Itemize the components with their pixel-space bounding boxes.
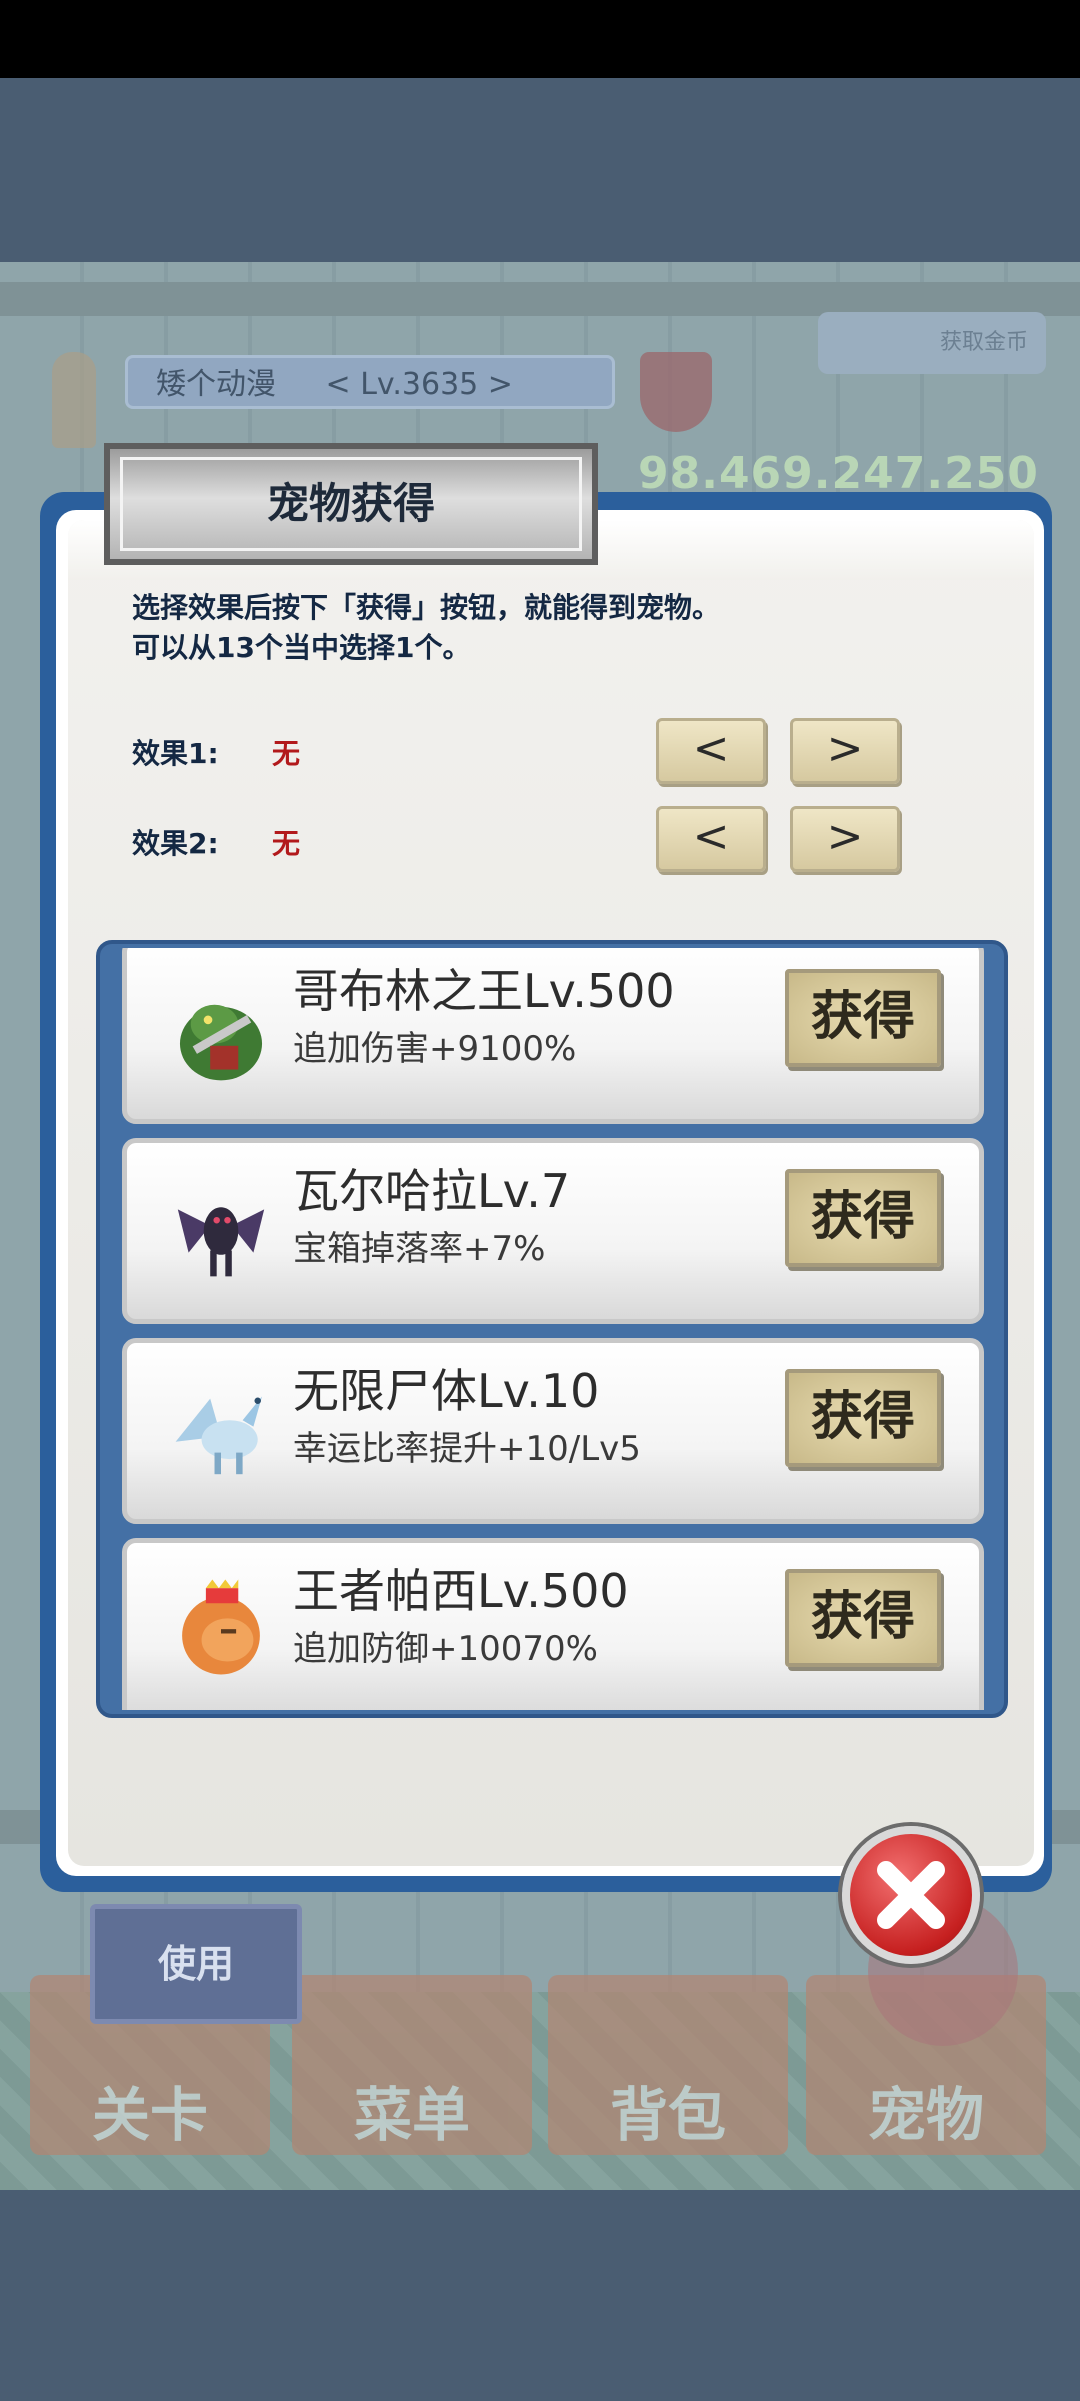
ice-dragon-icon xyxy=(175,1396,263,1475)
pet-effect: 宝箱掉落率+7% xyxy=(293,1229,546,1269)
use-button: 使用 xyxy=(90,1904,302,2024)
intro-line-1: 选择效果后按下「获得」按钮，就能得到宠物。 xyxy=(132,591,721,624)
effect-2-value: 无 xyxy=(272,827,301,860)
effect-2-prev-button[interactable]: < xyxy=(656,806,766,872)
dialog-title: 宠物获得 xyxy=(266,479,435,528)
list-item: 无限尸体Lv.10 幸运比率提升+10/Lv5 获得 xyxy=(122,1338,984,1524)
goblin-king-icon xyxy=(179,1004,263,1081)
dialog-intro: 选择效果后按下「获得」按钮，就能得到宠物。 可以从13个当中选择1个。 xyxy=(132,588,720,668)
player-name: 矮个动漫 xyxy=(156,367,276,402)
list-item: 王者帕西Lv.500 追加防御+10070% 获得 xyxy=(122,1538,984,1710)
effect-1-value: 无 xyxy=(272,737,301,770)
pet-name: 无限尸体Lv.10 xyxy=(293,1364,600,1418)
player-level: < Lv.3635 > xyxy=(325,367,513,402)
pet-effect: 幸运比率提升+10/Lv5 xyxy=(293,1429,641,1469)
close-icon xyxy=(877,1861,945,1929)
effect-1-prev-button[interactable]: < xyxy=(656,718,766,784)
get-coins-button: 获取金币 xyxy=(818,312,1046,374)
tab-menu: 菜单 xyxy=(292,1975,532,2155)
tab-backpack: 背包 xyxy=(548,1975,788,2155)
pet-name: 瓦尔哈拉Lv.7 xyxy=(293,1164,571,1218)
king-lion-icon xyxy=(182,1579,260,1675)
pet-name: 王者帕西Lv.500 xyxy=(293,1564,629,1618)
get-pet-button[interactable]: 获得 xyxy=(785,1369,941,1467)
effect-1-label: 效果1: xyxy=(132,737,219,770)
pet-list-viewport: 哥布林之王Lv.500 追加伤害+9100% 获得 瓦尔哈拉Lv.7 宝箱掉落率… xyxy=(114,948,990,1710)
get-pet-button[interactable]: 获得 xyxy=(785,1569,941,1667)
shield-icon xyxy=(640,352,712,432)
list-item: 瓦尔哈拉Lv.7 宝箱掉落率+7% 获得 xyxy=(122,1138,984,1324)
get-pet-button[interactable]: 获得 xyxy=(785,1169,941,1267)
close-button[interactable] xyxy=(842,1826,980,1964)
valhalla-demon-icon xyxy=(177,1207,265,1277)
effect-2-next-button[interactable]: > xyxy=(790,806,900,872)
list-item: 哥布林之王Lv.500 追加伤害+9100% 获得 xyxy=(122,948,984,1124)
navigation-bar xyxy=(0,2190,1080,2401)
effect-1-next-button[interactable]: > xyxy=(790,718,900,784)
player-avatar xyxy=(52,352,96,448)
get-pet-button[interactable]: 获得 xyxy=(785,969,941,1067)
pet-name: 哥布林之王Lv.500 xyxy=(293,964,675,1018)
pet-effect: 追加伤害+9100% xyxy=(293,1029,577,1069)
effect-2-label: 效果2: xyxy=(132,827,219,860)
status-bar xyxy=(0,0,1080,78)
player-name-bar: 矮个动漫 < Lv.3635 > xyxy=(125,355,615,409)
intro-line-2: 可以从13个当中选择1个。 xyxy=(132,631,471,664)
pet-effect: 追加防御+10070% xyxy=(293,1629,598,1669)
